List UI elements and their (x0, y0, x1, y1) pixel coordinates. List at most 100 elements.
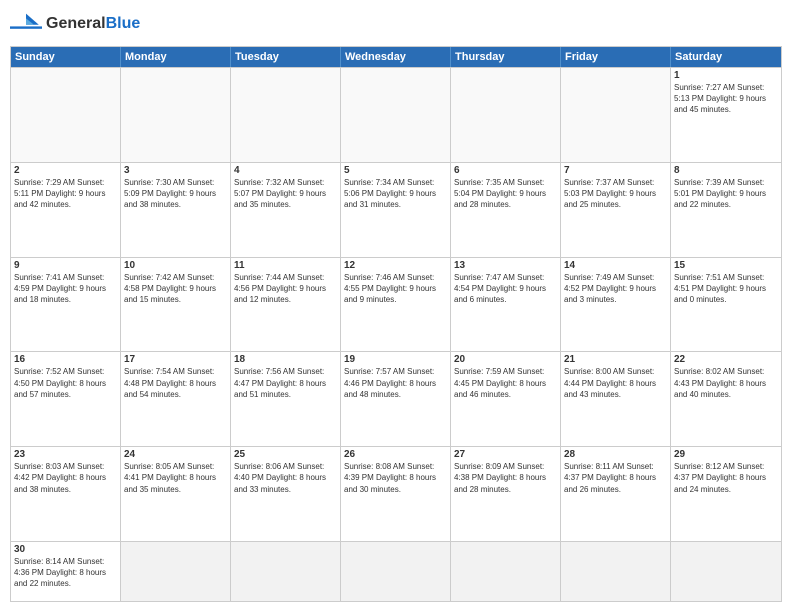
day-header-thursday: Thursday (451, 47, 561, 67)
page: GeneralBlue SundayMondayTuesdayWednesday… (0, 0, 792, 612)
day-number: 4 (234, 165, 337, 176)
day-cell: 25Sunrise: 8:06 AM Sunset: 4:40 PM Dayli… (231, 447, 341, 541)
week-row-5: 23Sunrise: 8:03 AM Sunset: 4:42 PM Dayli… (11, 446, 781, 541)
week-row-4: 16Sunrise: 7:52 AM Sunset: 4:50 PM Dayli… (11, 351, 781, 446)
day-cell: 17Sunrise: 7:54 AM Sunset: 4:48 PM Dayli… (121, 352, 231, 446)
day-number: 23 (14, 449, 117, 460)
day-info: Sunrise: 7:32 AM Sunset: 5:07 PM Dayligh… (234, 177, 337, 211)
day-cell: 4Sunrise: 7:32 AM Sunset: 5:07 PM Daylig… (231, 163, 341, 257)
day-number: 20 (454, 354, 557, 365)
day-number: 27 (454, 449, 557, 460)
day-number: 22 (674, 354, 778, 365)
day-info: Sunrise: 7:39 AM Sunset: 5:01 PM Dayligh… (674, 177, 778, 211)
day-cell (121, 68, 231, 162)
day-header-monday: Monday (121, 47, 231, 67)
day-cell: 24Sunrise: 8:05 AM Sunset: 4:41 PM Dayli… (121, 447, 231, 541)
day-header-sunday: Sunday (11, 47, 121, 67)
day-info: Sunrise: 8:02 AM Sunset: 4:43 PM Dayligh… (674, 366, 778, 400)
day-header-saturday: Saturday (671, 47, 781, 67)
day-cell (341, 542, 451, 601)
day-info: Sunrise: 7:47 AM Sunset: 4:54 PM Dayligh… (454, 272, 557, 306)
day-cell: 18Sunrise: 7:56 AM Sunset: 4:47 PM Dayli… (231, 352, 341, 446)
day-info: Sunrise: 7:37 AM Sunset: 5:03 PM Dayligh… (564, 177, 667, 211)
day-cell (451, 68, 561, 162)
day-number: 30 (14, 544, 117, 555)
day-cell: 2Sunrise: 7:29 AM Sunset: 5:11 PM Daylig… (11, 163, 121, 257)
day-info: Sunrise: 7:51 AM Sunset: 4:51 PM Dayligh… (674, 272, 778, 306)
day-cell: 8Sunrise: 7:39 AM Sunset: 5:01 PM Daylig… (671, 163, 781, 257)
day-cell (121, 542, 231, 601)
day-cell (341, 68, 451, 162)
day-number: 9 (14, 260, 117, 271)
day-number: 14 (564, 260, 667, 271)
day-cell (231, 68, 341, 162)
day-cell: 5Sunrise: 7:34 AM Sunset: 5:06 PM Daylig… (341, 163, 451, 257)
day-cell: 1Sunrise: 7:27 AM Sunset: 5:13 PM Daylig… (671, 68, 781, 162)
day-cell: 20Sunrise: 7:59 AM Sunset: 4:45 PM Dayli… (451, 352, 561, 446)
day-info: Sunrise: 7:56 AM Sunset: 4:47 PM Dayligh… (234, 366, 337, 400)
day-cell: 15Sunrise: 7:51 AM Sunset: 4:51 PM Dayli… (671, 258, 781, 352)
logo-icon (10, 10, 42, 38)
day-cell: 27Sunrise: 8:09 AM Sunset: 4:38 PM Dayli… (451, 447, 561, 541)
day-number: 25 (234, 449, 337, 460)
day-number: 29 (674, 449, 778, 460)
day-number: 11 (234, 260, 337, 271)
day-number: 24 (124, 449, 227, 460)
day-cell: 28Sunrise: 8:11 AM Sunset: 4:37 PM Dayli… (561, 447, 671, 541)
day-info: Sunrise: 7:57 AM Sunset: 4:46 PM Dayligh… (344, 366, 447, 400)
day-cell: 26Sunrise: 8:08 AM Sunset: 4:39 PM Dayli… (341, 447, 451, 541)
day-cell: 9Sunrise: 7:41 AM Sunset: 4:59 PM Daylig… (11, 258, 121, 352)
day-cell (231, 542, 341, 601)
day-header-wednesday: Wednesday (341, 47, 451, 67)
day-number: 10 (124, 260, 227, 271)
day-cell (11, 68, 121, 162)
day-info: Sunrise: 7:59 AM Sunset: 4:45 PM Dayligh… (454, 366, 557, 400)
day-info: Sunrise: 8:09 AM Sunset: 4:38 PM Dayligh… (454, 461, 557, 495)
day-info: Sunrise: 7:44 AM Sunset: 4:56 PM Dayligh… (234, 272, 337, 306)
day-number: 18 (234, 354, 337, 365)
day-info: Sunrise: 8:11 AM Sunset: 4:37 PM Dayligh… (564, 461, 667, 495)
day-cell: 10Sunrise: 7:42 AM Sunset: 4:58 PM Dayli… (121, 258, 231, 352)
day-number: 26 (344, 449, 447, 460)
day-number: 1 (674, 70, 778, 81)
day-cell: 11Sunrise: 7:44 AM Sunset: 4:56 PM Dayli… (231, 258, 341, 352)
logo: GeneralBlue (10, 10, 140, 38)
day-info: Sunrise: 8:03 AM Sunset: 4:42 PM Dayligh… (14, 461, 117, 495)
logo-text: GeneralBlue (46, 15, 140, 33)
day-info: Sunrise: 8:06 AM Sunset: 4:40 PM Dayligh… (234, 461, 337, 495)
day-cell: 14Sunrise: 7:49 AM Sunset: 4:52 PM Dayli… (561, 258, 671, 352)
day-cell: 13Sunrise: 7:47 AM Sunset: 4:54 PM Dayli… (451, 258, 561, 352)
day-cell (671, 542, 781, 601)
day-header-tuesday: Tuesday (231, 47, 341, 67)
day-cell (561, 68, 671, 162)
day-info: Sunrise: 8:05 AM Sunset: 4:41 PM Dayligh… (124, 461, 227, 495)
day-info: Sunrise: 7:34 AM Sunset: 5:06 PM Dayligh… (344, 177, 447, 211)
day-info: Sunrise: 7:29 AM Sunset: 5:11 PM Dayligh… (14, 177, 117, 211)
day-number: 13 (454, 260, 557, 271)
week-row-2: 2Sunrise: 7:29 AM Sunset: 5:11 PM Daylig… (11, 162, 781, 257)
day-info: Sunrise: 7:41 AM Sunset: 4:59 PM Dayligh… (14, 272, 117, 306)
day-cell: 29Sunrise: 8:12 AM Sunset: 4:37 PM Dayli… (671, 447, 781, 541)
day-number: 19 (344, 354, 447, 365)
day-number: 7 (564, 165, 667, 176)
day-number: 6 (454, 165, 557, 176)
day-info: Sunrise: 7:35 AM Sunset: 5:04 PM Dayligh… (454, 177, 557, 211)
day-info: Sunrise: 7:46 AM Sunset: 4:55 PM Dayligh… (344, 272, 447, 306)
calendar: SundayMondayTuesdayWednesdayThursdayFrid… (10, 46, 782, 602)
day-number: 3 (124, 165, 227, 176)
week-row-1: 1Sunrise: 7:27 AM Sunset: 5:13 PM Daylig… (11, 67, 781, 162)
day-info: Sunrise: 7:54 AM Sunset: 4:48 PM Dayligh… (124, 366, 227, 400)
day-number: 16 (14, 354, 117, 365)
day-info: Sunrise: 7:30 AM Sunset: 5:09 PM Dayligh… (124, 177, 227, 211)
day-number: 15 (674, 260, 778, 271)
day-info: Sunrise: 8:12 AM Sunset: 4:37 PM Dayligh… (674, 461, 778, 495)
day-number: 5 (344, 165, 447, 176)
day-number: 28 (564, 449, 667, 460)
day-cell: 6Sunrise: 7:35 AM Sunset: 5:04 PM Daylig… (451, 163, 561, 257)
week-row-3: 9Sunrise: 7:41 AM Sunset: 4:59 PM Daylig… (11, 257, 781, 352)
day-info: Sunrise: 7:42 AM Sunset: 4:58 PM Dayligh… (124, 272, 227, 306)
day-cell: 21Sunrise: 8:00 AM Sunset: 4:44 PM Dayli… (561, 352, 671, 446)
day-cell: 22Sunrise: 8:02 AM Sunset: 4:43 PM Dayli… (671, 352, 781, 446)
day-number: 8 (674, 165, 778, 176)
day-header-friday: Friday (561, 47, 671, 67)
